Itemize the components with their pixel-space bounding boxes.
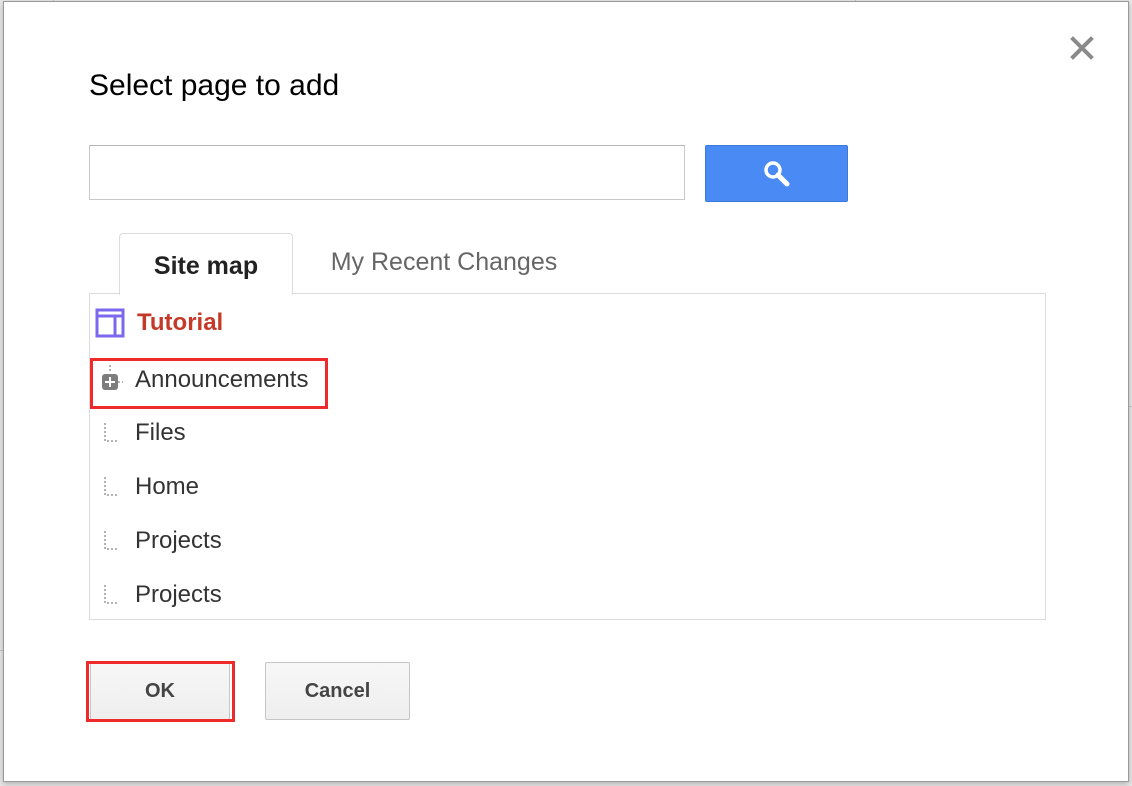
sitemap-panel — [89, 293, 1046, 620]
tree-branch-icon — [104, 423, 119, 442]
tab-site-map[interactable]: Site map — [119, 233, 293, 295]
tree-branch-icon — [104, 531, 119, 550]
ok-button[interactable]: OK — [90, 662, 230, 720]
magnifier-icon — [763, 160, 789, 186]
close-button[interactable] — [1068, 34, 1096, 62]
sitemap-item-label: Announcements — [135, 366, 309, 393]
sitemap-root-label: Tutorial — [137, 309, 224, 336]
search-input[interactable] — [89, 145, 685, 200]
cancel-button[interactable]: Cancel — [265, 662, 410, 720]
sitemap-item-label: Files — [135, 419, 186, 446]
sitemap-root-tutorial[interactable]: Tutorial — [95, 307, 223, 339]
expand-plus-icon[interactable] — [101, 365, 123, 395]
select-page-dialog: Select page to add Site map My Recent Ch… — [3, 1, 1129, 782]
sitemap-item-label: Home — [135, 473, 200, 500]
search-button[interactable] — [705, 145, 848, 202]
close-icon — [1070, 36, 1094, 60]
site-layout-icon — [95, 308, 125, 338]
dialog-title: Select page to add — [89, 69, 340, 102]
tab-my-recent-changes[interactable]: My Recent Changes — [304, 242, 584, 282]
tree-branch-icon — [104, 585, 119, 604]
sitemap-item-label: Projects — [135, 581, 222, 608]
sitemap-item-projects[interactable]: Projects — [101, 524, 222, 558]
sitemap-item-announcements[interactable]: Announcements — [101, 363, 308, 397]
tab-label: Site map — [153, 252, 259, 280]
sitemap-item-home[interactable]: Home — [101, 470, 199, 504]
sitemap-item-label: Projects — [135, 527, 222, 554]
tab-label: My Recent Changes — [330, 247, 558, 276]
sitemap-item-files[interactable]: Files — [101, 416, 186, 450]
tree-branch-icon — [104, 477, 119, 496]
sitemap-item-projects[interactable]: Projects — [101, 578, 222, 612]
